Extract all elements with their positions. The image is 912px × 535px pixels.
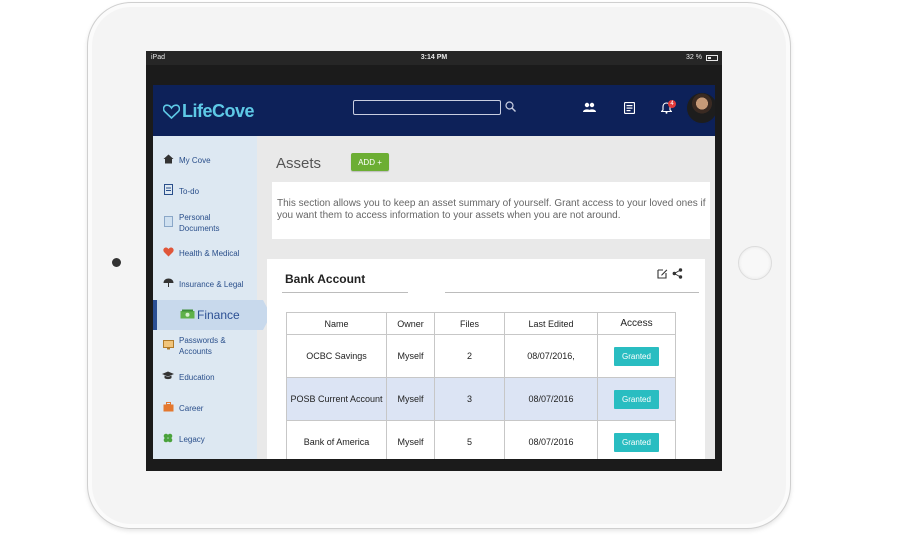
cell-access: Granted (597, 377, 676, 421)
column-header-owner[interactable]: Owner (386, 312, 435, 335)
cell-access: Granted (597, 420, 676, 459)
sidebar-item-label: Passwords & Accounts (179, 336, 226, 356)
sidebar-item-label: Legacy (179, 434, 205, 444)
assets-table: Name Owner Files Last Edited Access OCBC… (286, 312, 676, 459)
notification-badge: 4 (668, 100, 676, 108)
title-divider (445, 292, 699, 293)
share-icon[interactable] (672, 268, 683, 279)
monitor-icon (157, 339, 179, 353)
documents-icon (157, 216, 179, 230)
cell-files: 2 (434, 334, 505, 378)
avatar[interactable] (686, 92, 715, 124)
sidebar-item-label: Insurance & Legal (179, 279, 244, 289)
cell-files: 5 (434, 420, 505, 459)
cell-last-edited: 08/07/2016 (504, 377, 598, 421)
search-icon[interactable] (505, 101, 516, 112)
briefcase-icon (157, 401, 179, 415)
umbrella-icon (157, 278, 179, 291)
sidebar-item-education[interactable]: Education (153, 364, 257, 390)
sidebar-item-label: Personal Documents (179, 213, 220, 233)
add-asset-button[interactable]: ADD + (351, 153, 389, 171)
main-content: Assets ADD + This section allows you to … (257, 136, 715, 459)
sidebar-item-label: Health & Medical (179, 248, 240, 258)
home-button[interactable] (738, 246, 772, 280)
sidebar-item-to-do[interactable]: To-do (153, 178, 257, 204)
cell-owner: Myself (386, 420, 435, 459)
sidebar: My Cove To-do Personal Documents Health &… (153, 136, 271, 459)
id-card-icon[interactable] (624, 102, 635, 114)
cell-last-edited: 08/07/2016, (504, 334, 598, 378)
status-bar: iPad 3:14 PM 32 % (146, 51, 722, 65)
bank-account-card: Bank Account Name Owner Files Last Edite… (267, 259, 705, 459)
money-icon (177, 309, 197, 322)
todo-icon (157, 184, 179, 198)
sidebar-item-health-medical[interactable]: Health & Medical (153, 240, 257, 266)
cell-owner: Myself (386, 377, 435, 421)
title-divider (282, 292, 408, 293)
section-description: This section allows you to keep an asset… (277, 198, 706, 221)
sidebar-item-label: Career (179, 403, 204, 413)
graduation-cap-icon (157, 371, 179, 383)
page-title: Assets (276, 155, 322, 172)
table-row[interactable]: POSB Current Account Myself 3 08/07/2016… (286, 377, 676, 421)
top-header: LifeCove 4 (153, 85, 715, 136)
sidebar-item-personal-documents[interactable]: Personal Documents (153, 210, 257, 236)
table-row[interactable]: Bank of America Myself 5 08/07/2016 Gran… (286, 420, 676, 459)
clover-icon (157, 433, 179, 446)
cell-owner: Myself (386, 334, 435, 378)
granted-button[interactable]: Granted (614, 389, 659, 409)
card-title: Bank Account (285, 272, 366, 286)
camera-icon (112, 258, 121, 267)
users-icon[interactable] (583, 102, 596, 113)
table-row[interactable]: OCBC Savings Myself 2 08/07/2016, Grante… (286, 334, 676, 378)
app-window: LifeCove 4 My Cove To-do Personal Docume… (153, 85, 715, 459)
brand-logo[interactable]: LifeCove (163, 101, 255, 122)
cell-name: Bank of America (286, 420, 387, 459)
sidebar-item-passwords-accounts[interactable]: Passwords & Accounts (153, 333, 257, 359)
granted-button[interactable]: Granted (614, 432, 659, 452)
cell-name: POSB Current Account (286, 377, 387, 421)
sidebar-item-label: Education (179, 372, 215, 382)
column-header-access[interactable]: Access (597, 312, 676, 335)
sidebar-item-career[interactable]: Career (153, 395, 257, 421)
sidebar-item-my-cove[interactable]: My Cove (153, 147, 257, 173)
status-time: 3:14 PM (420, 54, 448, 61)
description-panel: This section allows you to keep an asset… (272, 182, 710, 239)
column-header-name[interactable]: Name (286, 312, 387, 335)
table-header-row: Name Owner Files Last Edited Access (286, 312, 676, 335)
cell-files: 3 (434, 377, 505, 421)
column-header-files[interactable]: Files (434, 312, 505, 335)
cell-name: OCBC Savings (286, 334, 387, 378)
brand-name: LifeCove (182, 101, 255, 121)
heart-pulse-icon (157, 247, 179, 260)
search-input[interactable] (353, 100, 501, 115)
edit-icon[interactable] (657, 268, 668, 279)
granted-button[interactable]: Granted (614, 346, 659, 366)
home-icon (157, 154, 179, 167)
battery-level: 32 % (686, 54, 702, 61)
sidebar-item-legacy[interactable]: Legacy (153, 426, 257, 452)
sidebar-item-insurance-legal[interactable]: Insurance & Legal (153, 271, 257, 297)
sidebar-item-finance[interactable]: Finance (153, 300, 271, 330)
sidebar-item-label: Finance (197, 308, 240, 322)
heart-logo-icon (163, 104, 180, 119)
battery-icon (706, 55, 718, 61)
sidebar-item-label: To-do (179, 186, 200, 196)
cell-access: Granted (597, 334, 676, 378)
sidebar-item-label: My Cove (179, 155, 211, 165)
column-header-last-edited[interactable]: Last Edited (504, 312, 598, 335)
device-screen: iPad 3:14 PM 32 % LifeCove 4 My Cove To-… (146, 51, 722, 471)
cell-last-edited: 08/07/2016 (504, 420, 598, 459)
